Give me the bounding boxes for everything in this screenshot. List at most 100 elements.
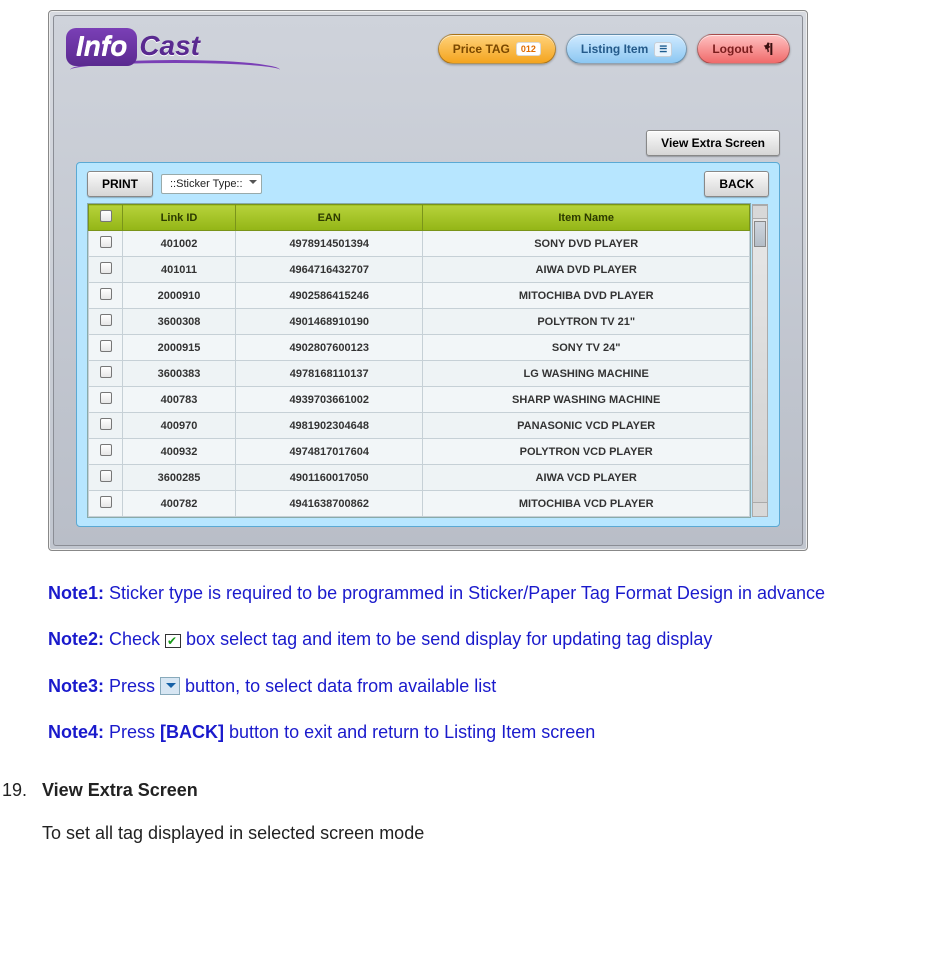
note-3-label: Note3:	[48, 676, 104, 696]
checkbox-inline-icon	[165, 634, 181, 648]
section-body: To set all tag displayed in selected scr…	[42, 823, 947, 844]
checkbox-icon[interactable]	[100, 288, 112, 300]
note-4-label: Note4:	[48, 722, 104, 742]
row-checkbox-cell[interactable]	[89, 413, 123, 439]
checkbox-icon[interactable]	[100, 340, 112, 352]
logo-part2: Cast	[139, 30, 200, 62]
row-checkbox-cell[interactable]	[89, 465, 123, 491]
checkbox-icon[interactable]	[100, 392, 112, 404]
cell-link-id: 2000910	[123, 283, 236, 309]
row-checkbox-cell[interactable]	[89, 439, 123, 465]
sticker-type-select[interactable]: ::Sticker Type::	[161, 174, 262, 194]
cell-ean: 4974817017604	[236, 439, 423, 465]
col-checkbox[interactable]	[89, 205, 123, 231]
cell-item-name: LG WASHING MACHINE	[423, 361, 750, 387]
scroll-up-icon[interactable]	[753, 205, 767, 219]
checkbox-icon[interactable]	[100, 236, 112, 248]
table-row: 20009154902807600123SONY TV 24"	[89, 335, 750, 361]
dropdown-inline-icon	[160, 677, 180, 695]
cell-item-name: PANASONIC VCD PLAYER	[423, 413, 750, 439]
cell-link-id: 2000915	[123, 335, 236, 361]
table-row: 36003084901468910190POLYTRON TV 21"	[89, 309, 750, 335]
cell-ean: 4941638700862	[236, 491, 423, 517]
extra-screen-row: View Extra Screen	[66, 130, 780, 156]
row-checkbox-cell[interactable]	[89, 361, 123, 387]
note-3: Note3: Press button, to select data from…	[48, 674, 899, 698]
checkbox-icon[interactable]	[100, 366, 112, 378]
note-4: Note4: Press [BACK] button to exit and r…	[48, 720, 899, 744]
cell-link-id: 3600308	[123, 309, 236, 335]
cell-item-name: POLYTRON TV 21"	[423, 309, 750, 335]
table-row: 4009704981902304648PANASONIC VCD PLAYER	[89, 413, 750, 439]
note-3-after: button, to select data from available li…	[180, 676, 496, 696]
checkbox-icon[interactable]	[100, 470, 112, 482]
price-tag-button[interactable]: Price TAG 012	[438, 34, 556, 64]
checkbox-icon[interactable]	[100, 444, 112, 456]
scrollbar[interactable]	[752, 204, 768, 517]
checkbox-icon[interactable]	[100, 262, 112, 274]
note-3-before: Press	[104, 676, 160, 696]
cell-ean: 4939703661002	[236, 387, 423, 413]
logout-button[interactable]: Logout	[697, 34, 790, 64]
cell-item-name: SONY TV 24"	[423, 335, 750, 361]
cell-item-name: MITOCHIBA VCD PLAYER	[423, 491, 750, 517]
note-4-after: button to exit and return to Listing Ite…	[224, 722, 595, 742]
cell-link-id: 3600285	[123, 465, 236, 491]
row-checkbox-cell[interactable]	[89, 335, 123, 361]
table-row: 4010114964716432707AIWA DVD PLAYER	[89, 257, 750, 283]
exit-run-icon	[759, 41, 775, 57]
cell-ean: 4901160017050	[236, 465, 423, 491]
price-tag-badge: 012	[516, 42, 541, 56]
row-checkbox-cell[interactable]	[89, 231, 123, 257]
note-1-label: Note1:	[48, 583, 104, 603]
row-checkbox-cell[interactable]	[89, 257, 123, 283]
cell-link-id: 400782	[123, 491, 236, 517]
logo: InfoCast	[66, 28, 280, 66]
app-window: InfoCast Price TAG 012 Listing Item ☰ Lo…	[48, 10, 808, 551]
cell-item-name: SHARP WASHING MACHINE	[423, 387, 750, 413]
cell-ean: 4902807600123	[236, 335, 423, 361]
cell-item-name: SONY DVD PLAYER	[423, 231, 750, 257]
checkbox-icon[interactable]	[100, 496, 112, 508]
note-4-back: [BACK]	[160, 722, 224, 742]
price-tag-label: Price TAG	[453, 42, 510, 56]
cell-ean: 4964716432707	[236, 257, 423, 283]
col-ean: EAN	[236, 205, 423, 231]
scroll-thumb[interactable]	[754, 221, 766, 247]
cell-ean: 4978168110137	[236, 361, 423, 387]
note-1: Note1: Sticker type is required to be pr…	[48, 581, 899, 605]
section-title: View Extra Screen	[42, 780, 198, 801]
listing-item-button[interactable]: Listing Item ☰	[566, 34, 687, 64]
cell-ean: 4978914501394	[236, 231, 423, 257]
checkbox-icon[interactable]	[100, 314, 112, 326]
cell-item-name: MITOCHIBA DVD PLAYER	[423, 283, 750, 309]
section-number: 19.	[2, 780, 42, 801]
listing-item-label: Listing Item	[581, 42, 648, 56]
table-row: 4009324974817017604POLYTRON VCD PLAYER	[89, 439, 750, 465]
checkbox-icon[interactable]	[100, 210, 112, 222]
print-button[interactable]: PRINT	[87, 171, 153, 197]
top-toolbar: InfoCast Price TAG 012 Listing Item ☰ Lo…	[66, 28, 790, 70]
items-table-wrap: Link ID EAN Item Name 401002497891450139…	[87, 203, 751, 518]
table-row: 4010024978914501394SONY DVD PLAYER	[89, 231, 750, 257]
items-table: Link ID EAN Item Name 401002497891450139…	[88, 204, 750, 517]
app-panel: InfoCast Price TAG 012 Listing Item ☰ Lo…	[53, 15, 803, 546]
row-checkbox-cell[interactable]	[89, 309, 123, 335]
back-button[interactable]: BACK	[704, 171, 769, 197]
cell-link-id: 400932	[123, 439, 236, 465]
logo-block: InfoCast	[66, 28, 280, 70]
note-2-before: Check	[104, 629, 165, 649]
row-checkbox-cell[interactable]	[89, 491, 123, 517]
note-2-label: Note2:	[48, 629, 104, 649]
row-checkbox-cell[interactable]	[89, 387, 123, 413]
note-2-after: box select tag and item to be send displ…	[181, 629, 712, 649]
notes-block: Note1: Sticker type is required to be pr…	[48, 581, 899, 744]
checkbox-icon[interactable]	[100, 418, 112, 430]
cell-item-name: POLYTRON VCD PLAYER	[423, 439, 750, 465]
scroll-down-icon[interactable]	[753, 502, 767, 516]
row-checkbox-cell[interactable]	[89, 283, 123, 309]
cell-item-name: AIWA VCD PLAYER	[423, 465, 750, 491]
cell-item-name: AIWA DVD PLAYER	[423, 257, 750, 283]
view-extra-screen-button[interactable]: View Extra Screen	[646, 130, 780, 156]
cell-ean: 4901468910190	[236, 309, 423, 335]
